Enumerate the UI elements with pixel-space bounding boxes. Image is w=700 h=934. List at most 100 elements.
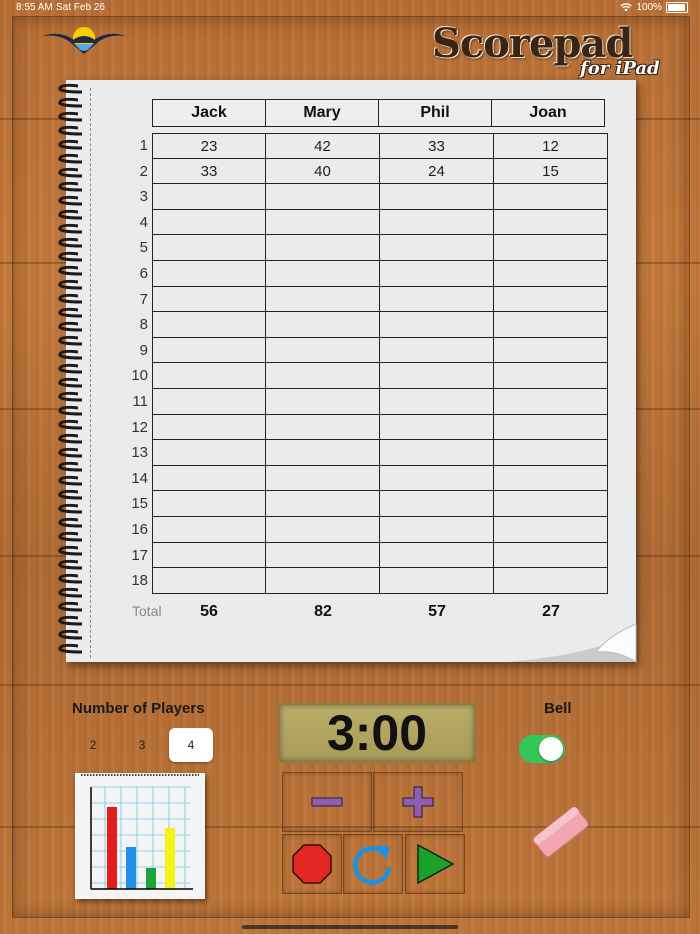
score-cell[interactable] (266, 414, 380, 441)
score-cell[interactable] (494, 209, 608, 236)
score-cell[interactable] (380, 209, 494, 236)
round-number: 15 (131, 495, 148, 513)
score-cell[interactable]: 24 (380, 158, 494, 185)
score-cell[interactable] (380, 286, 494, 313)
score-cell[interactable] (494, 414, 608, 441)
score-cell[interactable] (494, 440, 608, 466)
score-cell[interactable] (494, 388, 608, 415)
score-cell[interactable] (494, 568, 608, 594)
score-cell[interactable] (152, 414, 266, 441)
score-cell[interactable] (152, 516, 266, 543)
increase-time-button[interactable] (373, 772, 463, 832)
spiral-ring (58, 237, 83, 248)
score-cell[interactable] (380, 465, 494, 492)
round-number: 18 (131, 572, 148, 590)
score-cell[interactable] (266, 516, 380, 543)
score-cell[interactable] (152, 286, 266, 313)
score-cell[interactable] (266, 184, 380, 210)
score-cell[interactable] (152, 568, 266, 594)
player-name-header[interactable]: Phil (378, 99, 492, 127)
bell-toggle[interactable] (519, 735, 565, 763)
score-cell[interactable] (152, 184, 266, 210)
score-cell[interactable] (380, 414, 494, 441)
score-cell[interactable] (266, 388, 380, 415)
score-cell[interactable] (152, 440, 266, 466)
player-name-header[interactable]: Joan (491, 99, 605, 127)
plus-icon (402, 786, 434, 818)
players-option-2[interactable]: 2 (71, 728, 115, 762)
score-cell[interactable] (152, 388, 266, 415)
totals-row: 56 82 57 27 (152, 603, 608, 621)
status-right: 100% (620, 2, 688, 13)
score-cell[interactable] (494, 337, 608, 364)
score-cell[interactable] (266, 312, 380, 338)
score-cell[interactable] (266, 568, 380, 594)
players-option-3[interactable]: 3 (120, 728, 164, 762)
score-cell[interactable] (494, 542, 608, 569)
score-cell[interactable] (380, 440, 494, 466)
score-cell[interactable] (380, 312, 494, 338)
score-cell[interactable] (380, 568, 494, 594)
score-cell[interactable] (380, 491, 494, 517)
score-cell[interactable] (152, 235, 266, 261)
score-cell[interactable] (266, 260, 380, 287)
score-cell[interactable]: 40 (266, 158, 380, 185)
score-cell[interactable] (152, 312, 266, 338)
score-cell[interactable] (266, 542, 380, 569)
score-cell[interactable] (380, 337, 494, 364)
score-cell[interactable] (152, 491, 266, 517)
decrease-time-button[interactable] (282, 772, 372, 832)
round-number: 11 (132, 392, 148, 410)
score-cell[interactable] (266, 209, 380, 236)
score-cell[interactable] (494, 516, 608, 543)
round-number-column: 1 2 3 4 5 6 7 8 9 10 11 12 13 14 15 16 17 18 (118, 133, 148, 594)
player-name-header[interactable]: Jack (152, 99, 266, 127)
score-cell[interactable] (152, 260, 266, 287)
score-cell[interactable] (380, 542, 494, 569)
score-cell[interactable]: 33 (152, 158, 266, 185)
score-cell[interactable] (266, 491, 380, 517)
score-cell[interactable] (266, 440, 380, 466)
spiral-ring (58, 209, 83, 220)
score-cell[interactable] (494, 491, 608, 517)
score-cell[interactable] (266, 465, 380, 492)
stop-button[interactable] (282, 834, 342, 894)
spiral-ring (58, 475, 83, 486)
score-cell[interactable] (152, 465, 266, 492)
score-cell[interactable] (380, 260, 494, 287)
score-cell[interactable] (266, 337, 380, 364)
score-cell[interactable]: 12 (494, 133, 608, 159)
play-button[interactable] (405, 834, 465, 894)
score-cell[interactable] (152, 363, 266, 389)
spiral-ring (58, 97, 83, 108)
score-cell[interactable]: 42 (266, 133, 380, 159)
score-cell[interactable] (380, 235, 494, 261)
score-cell[interactable] (380, 363, 494, 389)
score-cell[interactable] (494, 235, 608, 261)
score-cell[interactable] (494, 286, 608, 313)
score-cell[interactable] (152, 209, 266, 236)
score-cell[interactable] (494, 260, 608, 287)
eraser-icon[interactable] (530, 802, 592, 862)
score-cell[interactable] (494, 184, 608, 210)
score-cell[interactable] (494, 465, 608, 492)
players-option-4[interactable]: 4 (169, 728, 213, 762)
score-cell[interactable] (266, 235, 380, 261)
score-cell[interactable] (494, 312, 608, 338)
score-cell[interactable]: 33 (380, 133, 494, 159)
score-cell[interactable] (380, 184, 494, 210)
score-cell[interactable] (380, 388, 494, 415)
score-cell[interactable] (494, 363, 608, 389)
score-cell[interactable] (380, 516, 494, 543)
reset-button[interactable] (343, 834, 403, 894)
player-name-header[interactable]: Mary (265, 99, 379, 127)
round-number: 8 (139, 316, 148, 334)
score-cell[interactable] (266, 363, 380, 389)
score-cell[interactable] (266, 286, 380, 313)
score-cell[interactable]: 23 (152, 133, 266, 159)
chart-button[interactable] (75, 773, 205, 899)
score-cell[interactable] (152, 337, 266, 364)
stop-icon (292, 844, 332, 884)
score-cell[interactable] (152, 542, 266, 569)
score-cell[interactable]: 15 (494, 158, 608, 185)
